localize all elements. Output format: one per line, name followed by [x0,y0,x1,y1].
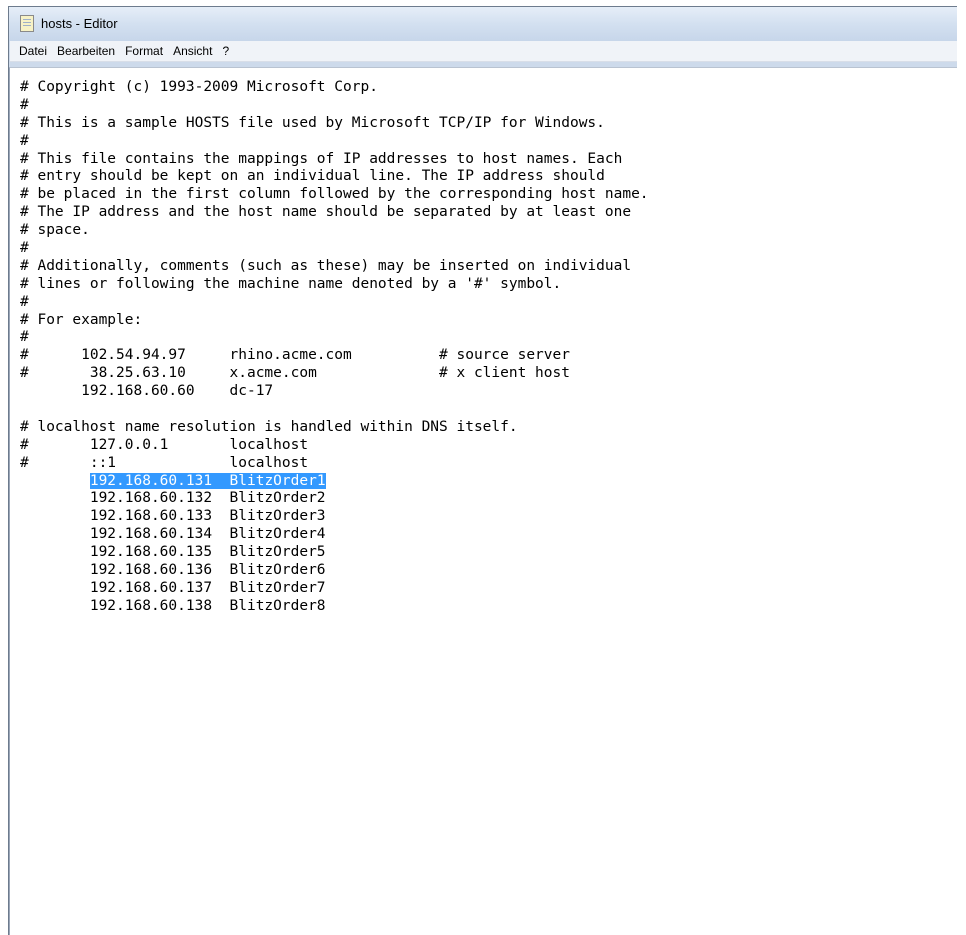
menu-view[interactable]: Ansicht [168,41,217,61]
editor-line[interactable]: # 102.54.94.97 rhino.acme.com # source s… [20,347,649,365]
editor-line[interactable]: 192.168.60.132 BlitzOrder2 [20,490,649,508]
editor-line[interactable]: # lines or following the machine name de… [20,276,649,294]
editor-line[interactable]: # [20,97,649,115]
editor-line[interactable]: 192.168.60.60 dc-17 [20,383,649,401]
editor-line[interactable]: # space. [20,222,649,240]
window-title: hosts - Editor [41,16,118,31]
menu-edit[interactable]: Bearbeiten [52,41,120,61]
editor-line[interactable]: # Copyright (c) 1993-2009 Microsoft Corp… [20,79,649,97]
editor-line[interactable]: # entry should be kept on an individual … [20,168,649,186]
editor-line[interactable]: # Additionally, comments (such as these)… [20,258,649,276]
editor-line[interactable]: # This file contains the mappings of IP … [20,151,649,169]
text-editor[interactable]: # Copyright (c) 1993-2009 Microsoft Corp… [9,67,960,935]
editor-text-content[interactable]: # Copyright (c) 1993-2009 Microsoft Corp… [20,79,649,616]
editor-line[interactable]: # be placed in the first column followed… [20,186,649,204]
selected-text[interactable]: 192.168.60.131 BlitzOrder1 [89,472,326,489]
editor-line[interactable]: # ::1 localhost [20,455,649,473]
editor-line[interactable]: # For example: [20,312,649,330]
editor-line[interactable]: 192.168.60.133 BlitzOrder3 [20,508,649,526]
editor-line[interactable]: # [20,133,649,151]
screen-right-edge [957,0,966,935]
menu-file[interactable]: Datei [14,41,52,61]
editor-line[interactable] [20,401,649,419]
editor-line[interactable]: # [20,294,649,312]
editor-line[interactable]: 192.168.60.138 BlitzOrder8 [20,598,649,616]
editor-line[interactable]: 192.168.60.134 BlitzOrder4 [20,526,649,544]
editor-line[interactable]: # [20,240,649,258]
editor-line[interactable]: 192.168.60.135 BlitzOrder5 [20,544,649,562]
editor-line[interactable]: # 127.0.0.1 localhost [20,437,649,455]
menu-help[interactable]: ? [217,41,234,61]
editor-line[interactable]: 192.168.60.131 BlitzOrder1 [20,472,649,491]
editor-line-indent [20,473,90,489]
editor-line[interactable]: # This is a sample HOSTS file used by Mi… [20,115,649,133]
editor-line[interactable]: 192.168.60.137 BlitzOrder7 [20,580,649,598]
menu-bar: Datei Bearbeiten Format Ansicht ? [10,41,960,62]
editor-line[interactable]: # localhost name resolution is handled w… [20,419,649,437]
title-bar[interactable]: hosts - Editor [9,7,960,40]
menu-format[interactable]: Format [120,41,168,61]
notepad-icon [20,15,34,32]
editor-line[interactable]: # The IP address and the host name shoul… [20,204,649,222]
editor-line[interactable]: # 38.25.63.10 x.acme.com # x client host [20,365,649,383]
editor-line[interactable]: # [20,329,649,347]
editor-line[interactable]: 192.168.60.136 BlitzOrder6 [20,562,649,580]
